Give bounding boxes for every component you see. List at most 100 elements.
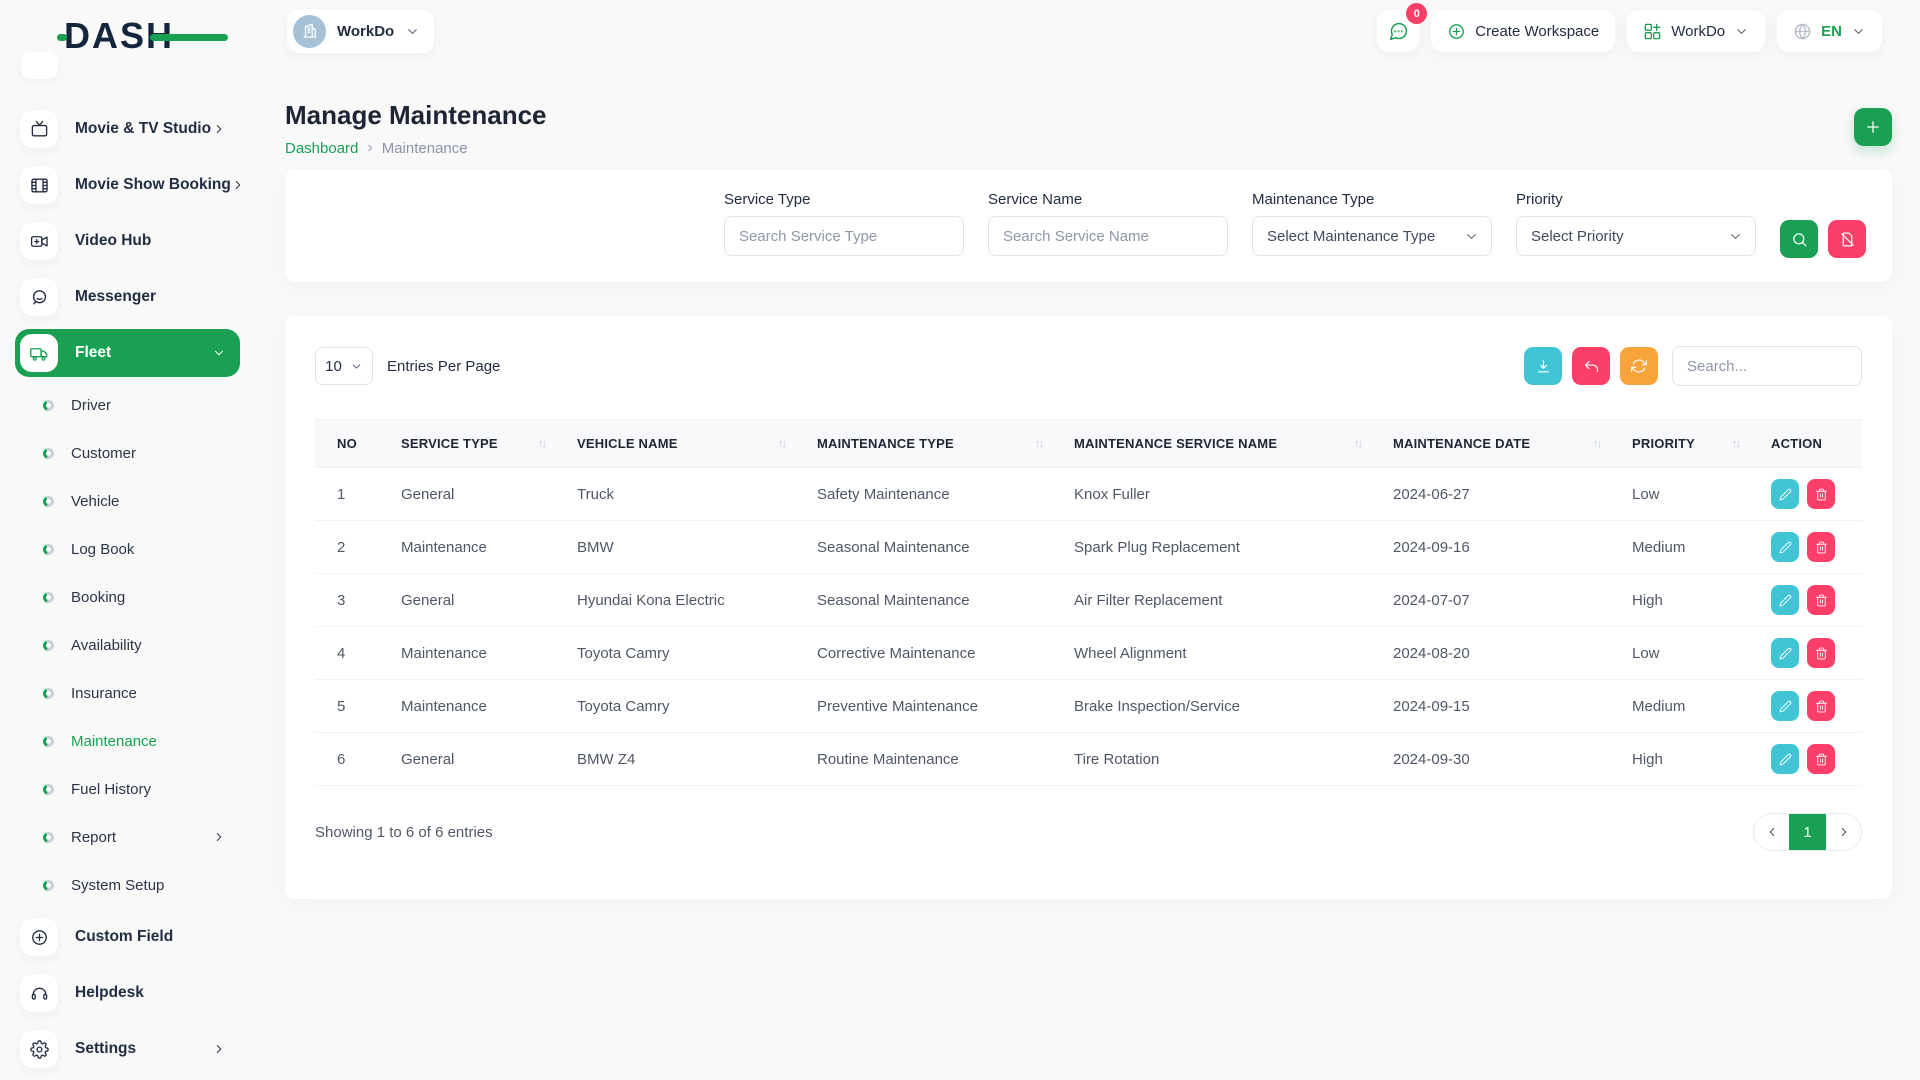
pagination-next-button[interactable]	[1826, 814, 1861, 850]
sidebar-subitem-booking[interactable]: Booking	[15, 577, 240, 617]
edit-button[interactable]	[1771, 638, 1799, 668]
filter-service-name: Service Name	[988, 191, 1228, 256]
column-maintenance-date[interactable]: MAINTENANCE DATE↑↓	[1375, 420, 1614, 468]
filter-priority: Priority Select Priority	[1516, 191, 1756, 256]
sort-icon: ↑↓	[778, 438, 785, 450]
trash-icon	[1815, 541, 1828, 554]
column-maintenance-type[interactable]: MAINTENANCE TYPE↑↓	[799, 420, 1056, 468]
edit-button[interactable]	[1771, 744, 1799, 774]
delete-button[interactable]	[1807, 479, 1835, 509]
sidebar: Movie & TV Studio Movie Show Booking Vid…	[0, 72, 285, 1080]
column-vehicle-name[interactable]: VEHICLE NAME↑↓	[559, 420, 799, 468]
table-header-row: NO SERVICE TYPE↑↓ VEHICLE NAME↑↓ MAINTEN…	[315, 420, 1862, 468]
chevron-down-icon	[1728, 229, 1743, 244]
table-search-input[interactable]	[1672, 346, 1862, 386]
undo-button[interactable]	[1572, 347, 1610, 385]
film-icon	[20, 166, 58, 204]
bullet-icon	[43, 784, 54, 795]
delete-button[interactable]	[1807, 744, 1835, 774]
create-workspace-button[interactable]: Create Workspace	[1431, 10, 1615, 52]
delete-button[interactable]	[1807, 691, 1835, 721]
sidebar-subitem-vehicle[interactable]: Vehicle	[15, 481, 240, 521]
headset-icon	[20, 974, 58, 1012]
video-camera-icon	[20, 222, 58, 260]
sidebar-subitem-report[interactable]: Report	[15, 817, 240, 857]
filter-service-type: Service Type	[724, 191, 964, 256]
delete-button[interactable]	[1807, 638, 1835, 668]
breadcrumb-dashboard-link[interactable]: Dashboard	[285, 140, 358, 157]
logo-accent-dot	[57, 34, 67, 41]
trash-icon	[1815, 700, 1828, 713]
edit-button[interactable]	[1771, 532, 1799, 562]
edit-button[interactable]	[1771, 585, 1799, 615]
sidebar-subitem-customer[interactable]: Customer	[15, 433, 240, 473]
page-header: Manage Maintenance Dashboard › Maintenan…	[285, 100, 1892, 157]
brand-logo[interactable]: DASH	[64, 15, 174, 57]
column-maintenance-service-name[interactable]: MAINTENANCE SERVICE NAME↑↓	[1056, 420, 1375, 468]
sidebar-item-movie-show-booking[interactable]: Movie Show Booking	[15, 161, 240, 209]
chevron-down-icon	[1851, 24, 1866, 39]
sidebar-item-settings[interactable]: Settings	[15, 1025, 240, 1073]
pencil-icon	[1779, 753, 1792, 766]
priority-select[interactable]: Select Priority	[1516, 216, 1756, 256]
messages-button[interactable]: 0	[1377, 10, 1419, 52]
sidebar-item-helpdesk[interactable]: Helpdesk	[15, 969, 240, 1017]
refresh-button[interactable]	[1620, 347, 1658, 385]
sidebar-subitem-maintenance[interactable]: Maintenance	[15, 721, 240, 761]
undo-icon	[1583, 358, 1600, 375]
pagination-page-1[interactable]: 1	[1789, 814, 1826, 850]
entries-per-page-label: Entries Per Page	[387, 358, 500, 375]
export-download-button[interactable]	[1524, 347, 1562, 385]
main-content: Manage Maintenance Dashboard › Maintenan…	[285, 72, 1892, 899]
sidebar-subitem-system-setup[interactable]: System Setup	[15, 865, 240, 905]
sidebar-subitem-insurance[interactable]: Insurance	[15, 673, 240, 713]
service-name-input[interactable]	[988, 216, 1228, 256]
gear-icon	[20, 1030, 58, 1068]
table-row: 6 General BMW Z4 Routine Maintenance Tir…	[315, 733, 1862, 786]
sidebar-subitem-driver[interactable]: Driver	[15, 385, 240, 425]
add-maintenance-button[interactable]	[1854, 108, 1892, 146]
pencil-icon	[1779, 594, 1792, 607]
clear-filter-icon	[1839, 231, 1856, 248]
create-workspace-label: Create Workspace	[1475, 23, 1599, 40]
column-priority[interactable]: PRIORITY↑↓	[1614, 420, 1753, 468]
workspace-selector[interactable]: WorkDo	[287, 9, 434, 53]
delete-button[interactable]	[1807, 532, 1835, 562]
pagination-prev-button[interactable]	[1754, 814, 1789, 850]
chevron-right-icon: ›	[367, 139, 372, 157]
chevron-right-icon	[231, 178, 245, 192]
download-icon	[1535, 358, 1552, 375]
chevron-right-icon	[212, 830, 226, 844]
chevron-right-icon	[212, 122, 226, 136]
chevron-down-icon	[1464, 229, 1479, 244]
language-selector[interactable]: EN	[1777, 10, 1882, 52]
chat-bubble-icon	[20, 278, 58, 316]
column-no: NO	[315, 420, 383, 468]
column-service-type[interactable]: SERVICE TYPE↑↓	[383, 420, 559, 468]
sidebar-subitem-fuel-history[interactable]: Fuel History	[15, 769, 240, 809]
chevron-left-icon	[1765, 825, 1779, 839]
pencil-icon	[1779, 541, 1792, 554]
sidebar-subitem-log-book[interactable]: Log Book	[15, 529, 240, 569]
maintenance-type-select[interactable]: Select Maintenance Type	[1252, 216, 1492, 256]
sidebar-item-messenger[interactable]: Messenger	[15, 273, 240, 321]
apply-filter-button[interactable]	[1780, 220, 1818, 258]
edit-button[interactable]	[1771, 691, 1799, 721]
sidebar-item-fleet[interactable]: Fleet	[15, 329, 240, 377]
edit-button[interactable]	[1771, 479, 1799, 509]
entries-per-page-select[interactable]: 10	[315, 347, 373, 385]
sort-icon: ↑↓	[538, 438, 545, 450]
sidebar-item-custom-field[interactable]: Custom Field	[15, 913, 240, 961]
chevron-right-icon	[212, 1042, 226, 1056]
service-type-input[interactable]	[724, 216, 964, 256]
sidebar-subitem-availability[interactable]: Availability	[15, 625, 240, 665]
sidebar-item-video-hub[interactable]: Video Hub	[15, 217, 240, 265]
chevron-down-icon	[212, 346, 226, 360]
topbar: DASH WorkDo 0 Create Workspace	[0, 0, 1920, 72]
priority-label: Priority	[1516, 191, 1756, 208]
search-icon	[1791, 231, 1808, 248]
sidebar-item-movie-tv-studio[interactable]: Movie & TV Studio	[15, 105, 240, 153]
delete-button[interactable]	[1807, 585, 1835, 615]
clear-filter-button[interactable]	[1828, 220, 1866, 258]
workdo-menu-button[interactable]: WorkDo	[1627, 10, 1765, 52]
